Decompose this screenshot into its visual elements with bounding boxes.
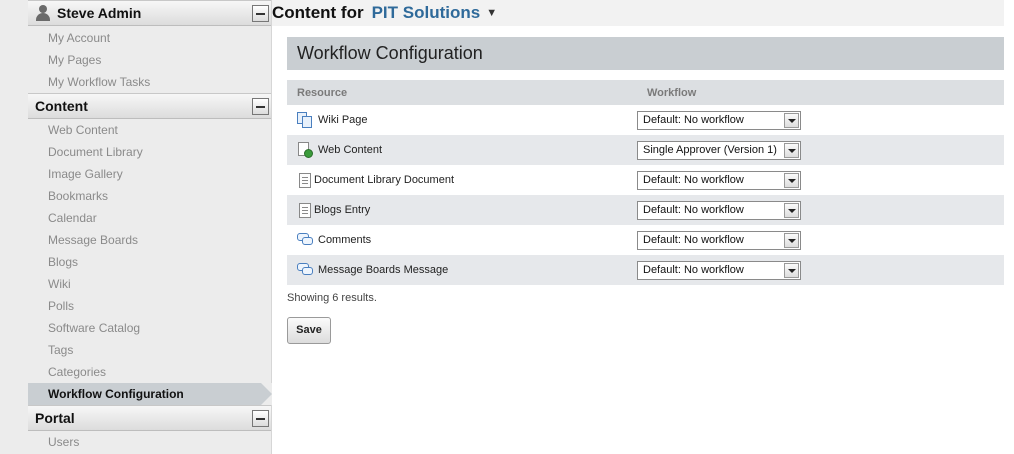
table-row: Comments Default: No workflow: [287, 225, 1004, 255]
portlet-title: Workflow Configuration: [287, 37, 1004, 70]
web-content-icon: [297, 142, 313, 158]
resource-name: Web Content: [318, 144, 383, 156]
content-panel-title: Content: [35, 98, 88, 114]
workflow-select[interactable]: Single Approver (Version 1): [637, 140, 801, 160]
sidebar-item-polls[interactable]: Polls: [28, 295, 271, 317]
site-dropdown-caret-icon[interactable]: ▼: [486, 7, 497, 19]
collapse-user-panel-button[interactable]: [252, 5, 269, 22]
content-panel-header[interactable]: Content: [28, 93, 271, 119]
table-header-row: Resource Workflow: [287, 80, 1004, 105]
table-row: Web Content Single Approver (Version 1): [287, 135, 1004, 165]
table-row: Wiki Page Default: No workflow: [287, 105, 1004, 135]
save-button[interactable]: Save: [287, 317, 331, 344]
workflow-select[interactable]: Default: No workflow: [637, 200, 801, 220]
workflow-select[interactable]: Default: No workflow: [637, 110, 801, 130]
comments-icon: [297, 262, 313, 278]
resource-name: Message Boards Message: [318, 264, 449, 276]
sidebar-item-blogs[interactable]: Blogs: [28, 251, 271, 273]
workflow-select-value: Default: No workflow: [643, 173, 744, 186]
content-menu: Web Content Document Library Image Galle…: [28, 119, 272, 405]
left-gutter: [0, 0, 28, 454]
workflow-table: Resource Workflow Wiki Page Default: No …: [287, 80, 1004, 285]
resource-name: Document Library Document: [314, 174, 455, 186]
document-icon: [299, 202, 311, 218]
site-selector[interactable]: PIT Solutions: [372, 3, 481, 23]
chevron-down-icon[interactable]: [784, 202, 799, 218]
sidebar-item-message-boards[interactable]: Message Boards: [28, 229, 271, 251]
chevron-down-icon[interactable]: [784, 172, 799, 188]
sidebar-item-users[interactable]: Users: [28, 431, 271, 453]
user-menu: My Account My Pages My Workflow Tasks: [28, 26, 271, 93]
comments-icon: [297, 232, 313, 248]
sidebar-item-tags[interactable]: Tags: [28, 339, 271, 361]
portal-panel-title: Portal: [35, 410, 75, 426]
main-content: Content for PIT Solutions ▼ Workflow Con…: [272, 0, 1014, 454]
resource-name: Blogs Entry: [314, 204, 371, 216]
sidebar-item-my-pages[interactable]: My Pages: [28, 49, 271, 71]
workflow-select-value: Default: No workflow: [643, 233, 744, 246]
workflow-select-value: Default: No workflow: [643, 203, 744, 216]
sidebar-item-my-account[interactable]: My Account: [28, 27, 271, 49]
chevron-down-icon[interactable]: [784, 232, 799, 248]
table-row: Document Library Document Default: No wo…: [287, 165, 1004, 195]
chevron-down-icon[interactable]: [784, 262, 799, 278]
sidebar-item-image-gallery[interactable]: Image Gallery: [28, 163, 271, 185]
wiki-page-icon: [297, 112, 313, 128]
sidebar-item-workflow-configuration[interactable]: Workflow Configuration: [28, 383, 272, 405]
sidebar-item-web-content[interactable]: Web Content: [28, 119, 271, 141]
portal-menu: Users: [28, 431, 271, 453]
workflow-select-value: Default: No workflow: [643, 263, 744, 276]
workflow-select[interactable]: Default: No workflow: [637, 170, 801, 190]
user-icon: [35, 5, 51, 21]
collapse-portal-panel-button[interactable]: [252, 410, 269, 427]
sidebar-item-software-catalog[interactable]: Software Catalog: [28, 317, 271, 339]
resource-name: Comments: [318, 234, 372, 246]
document-icon: [299, 172, 311, 188]
column-header-resource: Resource: [287, 80, 637, 105]
sidebar-item-categories[interactable]: Categories: [28, 361, 271, 383]
sidebar: Steve Admin My Account My Pages My Workf…: [28, 0, 272, 454]
column-header-workflow: Workflow: [637, 80, 1004, 105]
chevron-down-icon[interactable]: [784, 142, 799, 158]
sidebar-item-document-library[interactable]: Document Library: [28, 141, 271, 163]
workflow-select[interactable]: Default: No workflow: [637, 230, 801, 250]
content-header-prefix: Content for: [272, 3, 364, 22]
user-panel-header[interactable]: Steve Admin: [28, 0, 271, 26]
content-header: Content for PIT Solutions ▼: [272, 0, 1004, 26]
results-count: Showing 6 results.: [287, 292, 377, 304]
table-row: Blogs Entry Default: No workflow: [287, 195, 1004, 225]
workflow-select[interactable]: Default: No workflow: [637, 260, 801, 280]
sidebar-item-wiki[interactable]: Wiki: [28, 273, 271, 295]
user-panel-title: Steve Admin: [57, 5, 142, 21]
sidebar-item-bookmarks[interactable]: Bookmarks: [28, 185, 271, 207]
resource-name: Wiki Page: [318, 114, 368, 126]
sidebar-item-my-workflow-tasks[interactable]: My Workflow Tasks: [28, 71, 271, 93]
portal-panel-header[interactable]: Portal: [28, 405, 271, 431]
collapse-content-panel-button[interactable]: [252, 98, 269, 115]
sidebar-item-calendar[interactable]: Calendar: [28, 207, 271, 229]
table-row: Message Boards Message Default: No workf…: [287, 255, 1004, 285]
workflow-select-value: Single Approver (Version 1): [643, 143, 777, 156]
workflow-select-value: Default: No workflow: [643, 113, 744, 126]
chevron-down-icon[interactable]: [784, 112, 799, 128]
